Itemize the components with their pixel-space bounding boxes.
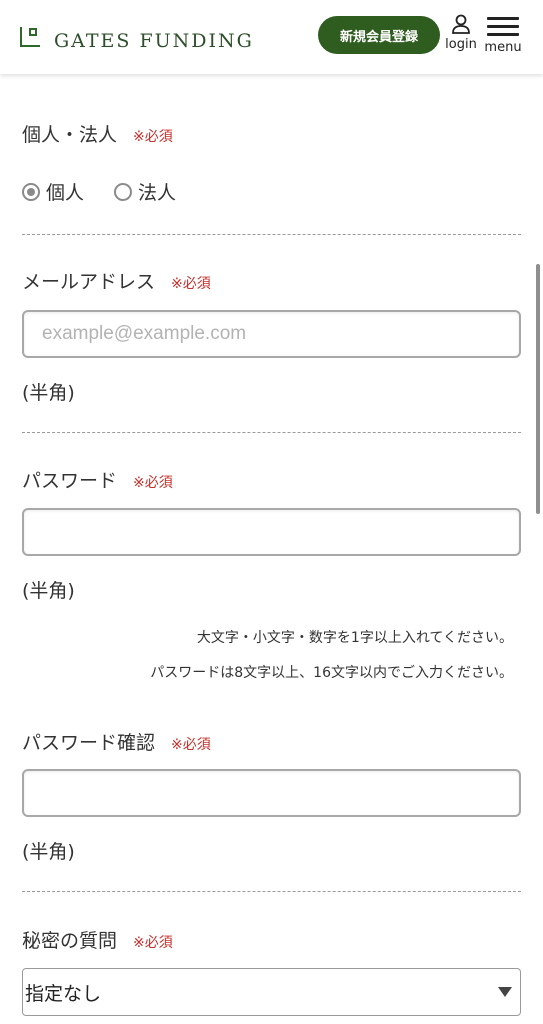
password-field[interactable] [22, 508, 521, 556]
password-confirm-field[interactable] [22, 769, 521, 817]
dropdown-arrow-icon [498, 987, 512, 997]
hamburger-icon [484, 17, 522, 36]
divider [22, 891, 521, 892]
radio-unchecked-icon [114, 182, 133, 201]
signup-button[interactable]: 新規会員登録 [318, 16, 440, 54]
password-hint-1: 大文字・小文字・数字を1字以上入れてください。 [196, 630, 513, 646]
entity-type-label-row: 個人・法人 ※必須 [22, 120, 173, 147]
password-confirm-label: パスワード確認 [22, 732, 156, 754]
logo-text: GATES FUNDING [54, 30, 254, 52]
radio-corporation-label: 法人 [138, 182, 177, 204]
password-label: パスワード [22, 470, 118, 492]
secret-question-label-row: 秘密の質問 ※必須 [22, 926, 173, 953]
login-label: login [445, 37, 477, 52]
required-mark: ※必須 [171, 737, 211, 753]
email-halfwidth-note: (半角) [22, 382, 75, 404]
site-header: GATES FUNDING 新規会員登録 login menu [0, 0, 543, 74]
radio-individual-label: 個人 [46, 182, 85, 204]
password-confirm-label-row: パスワード確認 ※必須 [22, 728, 211, 755]
password-halfwidth-note: (半角) [22, 580, 75, 602]
login-button[interactable]: login [444, 14, 478, 52]
menu-label: menu [484, 40, 522, 55]
required-mark: ※必須 [133, 935, 173, 951]
password-label-row: パスワード ※必須 [22, 466, 173, 493]
divider [22, 432, 521, 433]
email-label-row: メールアドレス ※必須 [22, 267, 211, 294]
email-label: メールアドレス [22, 271, 156, 293]
password-confirm-halfwidth-note: (半角) [22, 841, 75, 863]
logo-mark-icon [20, 25, 44, 49]
radio-individual[interactable]: 個人 [22, 178, 84, 205]
radio-checked-icon [22, 182, 40, 201]
required-mark: ※必須 [171, 276, 211, 292]
entity-type-radio-group: 個人 法人 [22, 178, 206, 205]
secret-question-value: 指定なし [25, 982, 102, 1005]
required-mark: ※必須 [133, 475, 173, 491]
required-mark: ※必須 [133, 129, 173, 145]
radio-corporation[interactable]: 法人 [114, 178, 176, 205]
menu-button[interactable]: menu [484, 14, 522, 55]
scrollbar[interactable] [536, 264, 540, 514]
email-field[interactable] [22, 310, 521, 358]
user-icon [452, 14, 470, 34]
password-hint-2: パスワードは8文字以上、16文字以内でご入力ください。 [150, 665, 513, 681]
divider [22, 234, 521, 235]
secret-question-select[interactable]: 指定なし [22, 968, 521, 1016]
entity-type-label: 個人・法人 [22, 124, 118, 146]
logo[interactable]: GATES FUNDING [20, 22, 254, 52]
secret-question-label: 秘密の質問 [22, 930, 118, 952]
